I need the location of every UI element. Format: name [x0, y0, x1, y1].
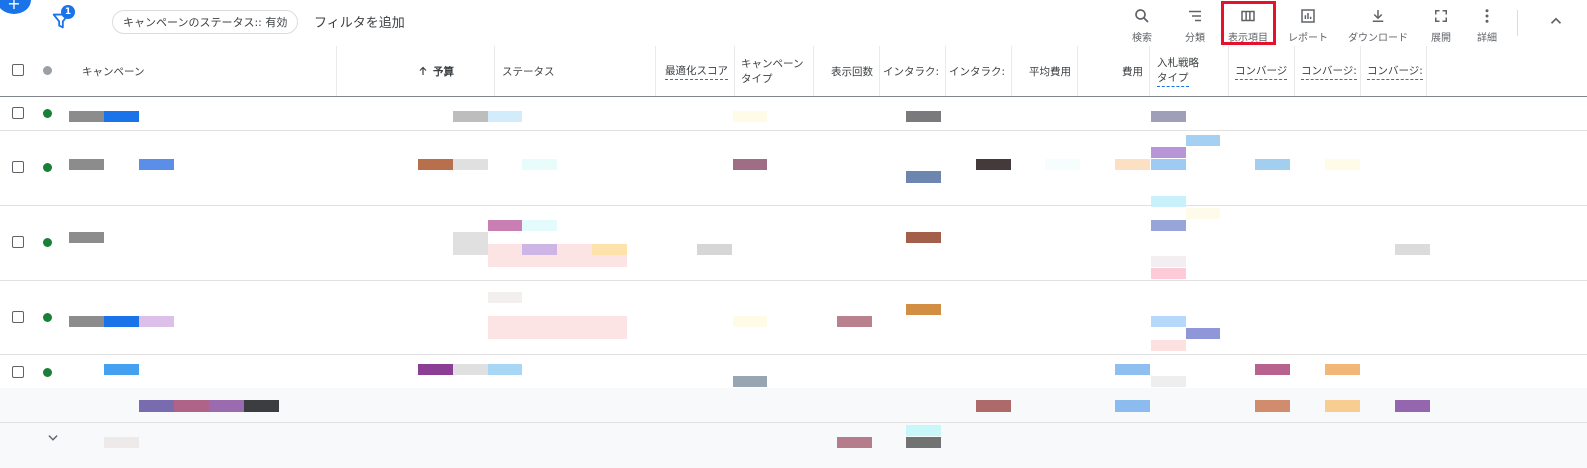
header-status-label: ステータス [502, 65, 555, 78]
row-checkbox[interactable] [12, 161, 24, 173]
segment-label: 分類 [1185, 33, 1205, 44]
status-header-dot [43, 66, 52, 75]
segment-button[interactable]: 分類 [1165, 4, 1225, 44]
enabled-status-dot [43, 313, 52, 322]
header-campaign-type-line2: タイプ [741, 73, 773, 85]
segment-icon [1189, 10, 1201, 22]
table-toolbar: + 1 キャンペーンのステータス:: 有効 フィルタを追加 検索 分類 表示項目… [0, 0, 1587, 47]
row-checkbox[interactable] [12, 366, 24, 378]
header-impressions[interactable]: 表示回数 [814, 46, 880, 96]
header-conversion-value[interactable]: コンバージ: [1295, 46, 1361, 96]
campaign-status-filter-chip[interactable]: キャンペーンのステータス:: 有効 [112, 10, 299, 34]
search-icon [1135, 9, 1149, 23]
header-campaign-type[interactable]: キャンペーン タイプ [735, 46, 814, 96]
header-interactions[interactable]: インタラク: [880, 46, 946, 96]
chevron-down-icon[interactable] [46, 431, 60, 445]
expand-icon [1435, 10, 1447, 22]
row-divider [0, 130, 1587, 131]
row-divider [0, 422, 1587, 423]
header-budget[interactable]: 予算 [337, 46, 495, 96]
header-conversion-rate-label: コンバージ: [1367, 63, 1423, 80]
header-interactions-label: インタラク: [882, 65, 939, 78]
row-checkbox[interactable] [12, 236, 24, 248]
header-status[interactable]: ステータス [495, 46, 656, 96]
more-button[interactable]: 詳細 [1457, 4, 1517, 44]
enabled-status-dot [43, 238, 52, 247]
header-interaction-rate-label: インタラク: [948, 65, 1005, 78]
header-budget-label: 予算 [433, 65, 454, 78]
reports-label: レポート [1288, 33, 1328, 44]
header-avg-cost[interactable]: 平均費用 [1012, 46, 1078, 96]
header-bid-strategy-line1: 入札戦略 [1157, 57, 1199, 69]
header-campaign-label: キャンペーン [82, 65, 145, 78]
toolbar-divider [1517, 10, 1518, 36]
row-divider [0, 205, 1587, 206]
select-all-checkbox[interactable] [12, 64, 24, 76]
header-impressions-label: 表示回数 [831, 65, 873, 78]
download-icon [1372, 10, 1384, 22]
header-interaction-rate[interactable]: インタラク: [946, 46, 1012, 96]
reports-button[interactable]: レポート [1278, 4, 1338, 44]
chevron-up-icon[interactable] [1547, 12, 1565, 30]
columns-highlight-box [1221, 1, 1276, 45]
header-campaign-type-line1: キャンペーン [741, 58, 804, 70]
search-label: 検索 [1132, 33, 1152, 44]
create-button[interactable]: + [0, 0, 31, 14]
more-vert-icon [1485, 9, 1489, 23]
header-conversion-rate[interactable]: コンバージ: [1361, 46, 1427, 96]
header-optimization-score[interactable]: 最適化スコア [656, 46, 735, 96]
header-bid-strategy-type[interactable]: 入札戦略 タイプ [1150, 46, 1229, 96]
header-cost-label: 費用 [1122, 65, 1143, 78]
row-checkbox[interactable] [12, 311, 24, 323]
row-divider [0, 354, 1587, 355]
row-divider [0, 280, 1587, 281]
add-filter-button[interactable]: フィルタを追加 [314, 12, 405, 31]
header-conversions[interactable]: コンバージ [1229, 46, 1295, 96]
header-avg-cost-label: 平均費用 [1029, 65, 1071, 78]
more-label: 詳細 [1477, 33, 1497, 44]
header-campaign[interactable]: キャンペーン [70, 46, 337, 96]
download-label: ダウンロード [1348, 33, 1408, 44]
table-header-row: キャンペーン 予算 ステータス 最適化スコア キャンペーン タイプ 表示回数 イ… [0, 46, 1587, 97]
enabled-status-dot [43, 109, 52, 118]
header-conversion-value-label: コンバージ: [1301, 63, 1357, 80]
header-bid-strategy-line2: タイプ [1157, 70, 1189, 87]
enabled-status-dot [43, 368, 52, 377]
enabled-status-dot [43, 163, 52, 172]
header-optimization-score-label: 最適化スコア [665, 63, 728, 80]
row-checkbox[interactable] [12, 107, 24, 119]
filter-count-badge: 1 [61, 5, 75, 19]
sort-arrow-up-icon [419, 66, 427, 75]
reports-icon [1301, 9, 1315, 23]
header-cost[interactable]: 費用 [1078, 46, 1150, 96]
search-button[interactable]: 検索 [1112, 4, 1172, 44]
download-button[interactable]: ダウンロード [1348, 4, 1408, 44]
header-conversions-label: コンバージ [1235, 63, 1288, 80]
